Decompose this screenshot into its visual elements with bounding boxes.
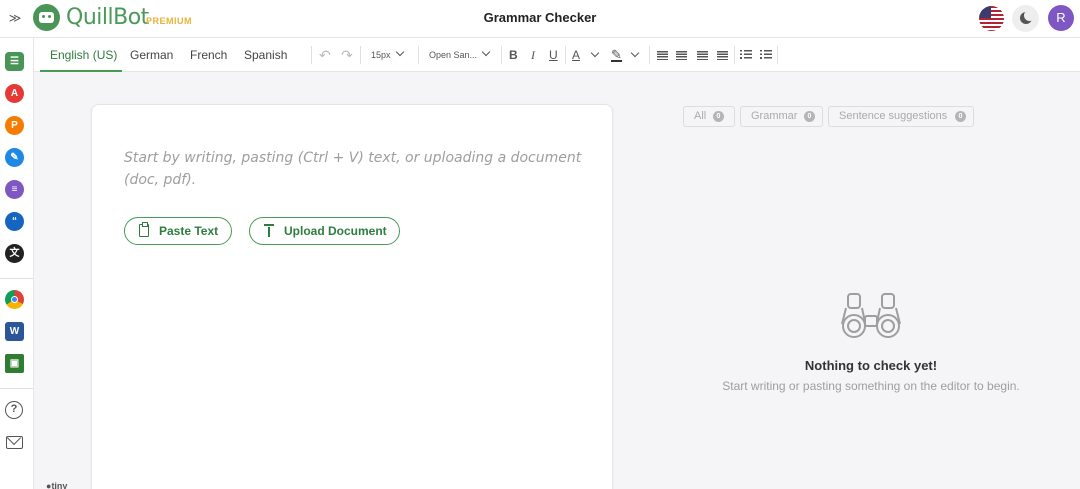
tab-spanish[interactable]: Spanish bbox=[244, 38, 287, 72]
plagiarism-checker-icon[interactable]: P bbox=[5, 116, 24, 135]
logo-icon[interactable] bbox=[33, 4, 60, 31]
chevron-down-icon bbox=[481, 47, 491, 57]
toolbar-divider bbox=[501, 46, 502, 64]
tab-english-us[interactable]: English (US) bbox=[50, 38, 117, 72]
filter-all[interactable]: All 0 bbox=[683, 106, 735, 127]
desktop-app-icon[interactable]: ▣ bbox=[5, 354, 24, 373]
tiny-logo: ●tiny bbox=[46, 481, 68, 489]
logo-eye-left bbox=[42, 15, 45, 18]
moon-cut bbox=[1024, 10, 1035, 21]
chevron-down-icon bbox=[630, 48, 640, 58]
app-header: ≫ QuillBot PREMIUM Grammar Checker R bbox=[0, 0, 1080, 38]
filter-sentence-count: 0 bbox=[955, 111, 966, 122]
filter-grammar[interactable]: Grammar 0 bbox=[740, 106, 823, 127]
empty-state-subtitle: Start writing or pasting something on th… bbox=[722, 379, 1020, 393]
sidebar-divider bbox=[0, 388, 33, 389]
highlight-icon[interactable]: ✎ bbox=[611, 38, 622, 72]
flag-canton bbox=[979, 6, 991, 18]
binoculars-icon bbox=[841, 293, 901, 338]
toolbar-divider bbox=[418, 46, 419, 64]
highlight-color-bar bbox=[611, 60, 622, 62]
toolbar-divider bbox=[565, 46, 566, 64]
paraphraser-icon[interactable]: ☰ bbox=[5, 52, 24, 71]
font-size-select[interactable]: 15px bbox=[371, 38, 404, 72]
text-color-dropdown[interactable] bbox=[586, 38, 600, 72]
logo-eye-right bbox=[48, 15, 51, 18]
filter-sentence-suggestions[interactable]: Sentence suggestions 0 bbox=[828, 106, 974, 127]
text-color-button[interactable]: A bbox=[572, 38, 580, 72]
font-family-select[interactable]: Open San... bbox=[429, 38, 491, 72]
citation-generator-icon[interactable]: “ bbox=[5, 212, 24, 231]
toolbar-divider bbox=[311, 46, 312, 64]
word-addin-icon[interactable]: W bbox=[5, 322, 24, 341]
clipboard-icon bbox=[139, 222, 149, 237]
align-justify-icon[interactable] bbox=[717, 51, 728, 60]
summarizer-icon[interactable]: ≡ bbox=[5, 180, 24, 199]
italic-button[interactable]: I bbox=[531, 38, 535, 72]
redo-icon[interactable]: ↷ bbox=[341, 38, 353, 72]
upload-icon bbox=[264, 224, 274, 237]
upload-document-label: Upload Document bbox=[284, 224, 387, 238]
logo-text[interactable]: QuillBot bbox=[66, 5, 149, 30]
chevron-down-icon bbox=[395, 47, 404, 57]
font-size-value: 15px bbox=[371, 50, 391, 60]
translator-icon[interactable]: 文 bbox=[5, 244, 24, 263]
active-tab-indicator bbox=[40, 70, 122, 72]
paste-text-button[interactable]: Paste Text bbox=[124, 217, 232, 245]
align-center-icon[interactable] bbox=[676, 51, 687, 60]
tab-french[interactable]: French bbox=[190, 38, 227, 72]
toolbar-divider bbox=[360, 46, 361, 64]
chevron-down-icon bbox=[590, 48, 600, 58]
premium-badge: PREMIUM bbox=[146, 16, 192, 26]
grammar-checker-icon[interactable]: A bbox=[5, 84, 24, 103]
toolbar-divider bbox=[734, 46, 735, 64]
bold-button[interactable]: B bbox=[509, 38, 518, 72]
undo-icon[interactable]: ↶ bbox=[319, 38, 331, 72]
filter-all-count: 0 bbox=[713, 111, 724, 122]
editor-placeholder[interactable]: Start by writing, pasting (Ctrl + V) tex… bbox=[124, 147, 594, 191]
toolbar-divider bbox=[649, 46, 650, 64]
tiny-label: tiny bbox=[51, 481, 68, 489]
bullet-list-icon[interactable] bbox=[740, 50, 752, 60]
logo-face bbox=[39, 12, 54, 23]
dark-mode-toggle[interactable] bbox=[1012, 5, 1039, 32]
paste-text-label: Paste Text bbox=[159, 224, 219, 238]
editor-card[interactable]: Start by writing, pasting (Ctrl + V) tex… bbox=[91, 104, 613, 489]
tab-german[interactable]: German bbox=[130, 38, 173, 72]
align-left-icon[interactable] bbox=[657, 51, 668, 60]
help-icon[interactable]: ? bbox=[5, 401, 23, 419]
co-writer-icon[interactable]: ✎ bbox=[5, 148, 24, 167]
highlight-dropdown[interactable] bbox=[626, 38, 640, 72]
filter-all-label: All bbox=[694, 110, 707, 122]
filter-sentence-label: Sentence suggestions bbox=[839, 110, 948, 122]
toolbar-divider bbox=[777, 46, 778, 64]
align-right-icon[interactable] bbox=[697, 51, 708, 60]
filter-grammar-label: Grammar bbox=[751, 110, 798, 122]
filter-grammar-count: 0 bbox=[804, 111, 815, 122]
menu-toggle-icon[interactable]: ≫ bbox=[6, 10, 24, 26]
tool-sidebar: ☰ A P ✎ ≡ “ 文 W ▣ ? bbox=[0, 38, 34, 489]
us-flag-icon[interactable] bbox=[979, 6, 1004, 31]
mail-icon[interactable] bbox=[6, 436, 23, 449]
numbered-list-icon[interactable] bbox=[760, 50, 772, 60]
empty-state-title: Nothing to check yet! bbox=[804, 358, 938, 373]
sidebar-divider bbox=[0, 278, 33, 279]
editor-toolbar: English (US) German French Spanish ↶ ↷ 1… bbox=[34, 38, 1080, 72]
upload-document-button[interactable]: Upload Document bbox=[249, 217, 400, 245]
chrome-extension-icon[interactable] bbox=[5, 290, 24, 309]
page-title: Grammar Checker bbox=[483, 10, 597, 25]
avatar[interactable]: R bbox=[1048, 5, 1074, 31]
underline-button[interactable]: U bbox=[549, 38, 558, 72]
font-family-value: Open San... bbox=[429, 50, 478, 60]
